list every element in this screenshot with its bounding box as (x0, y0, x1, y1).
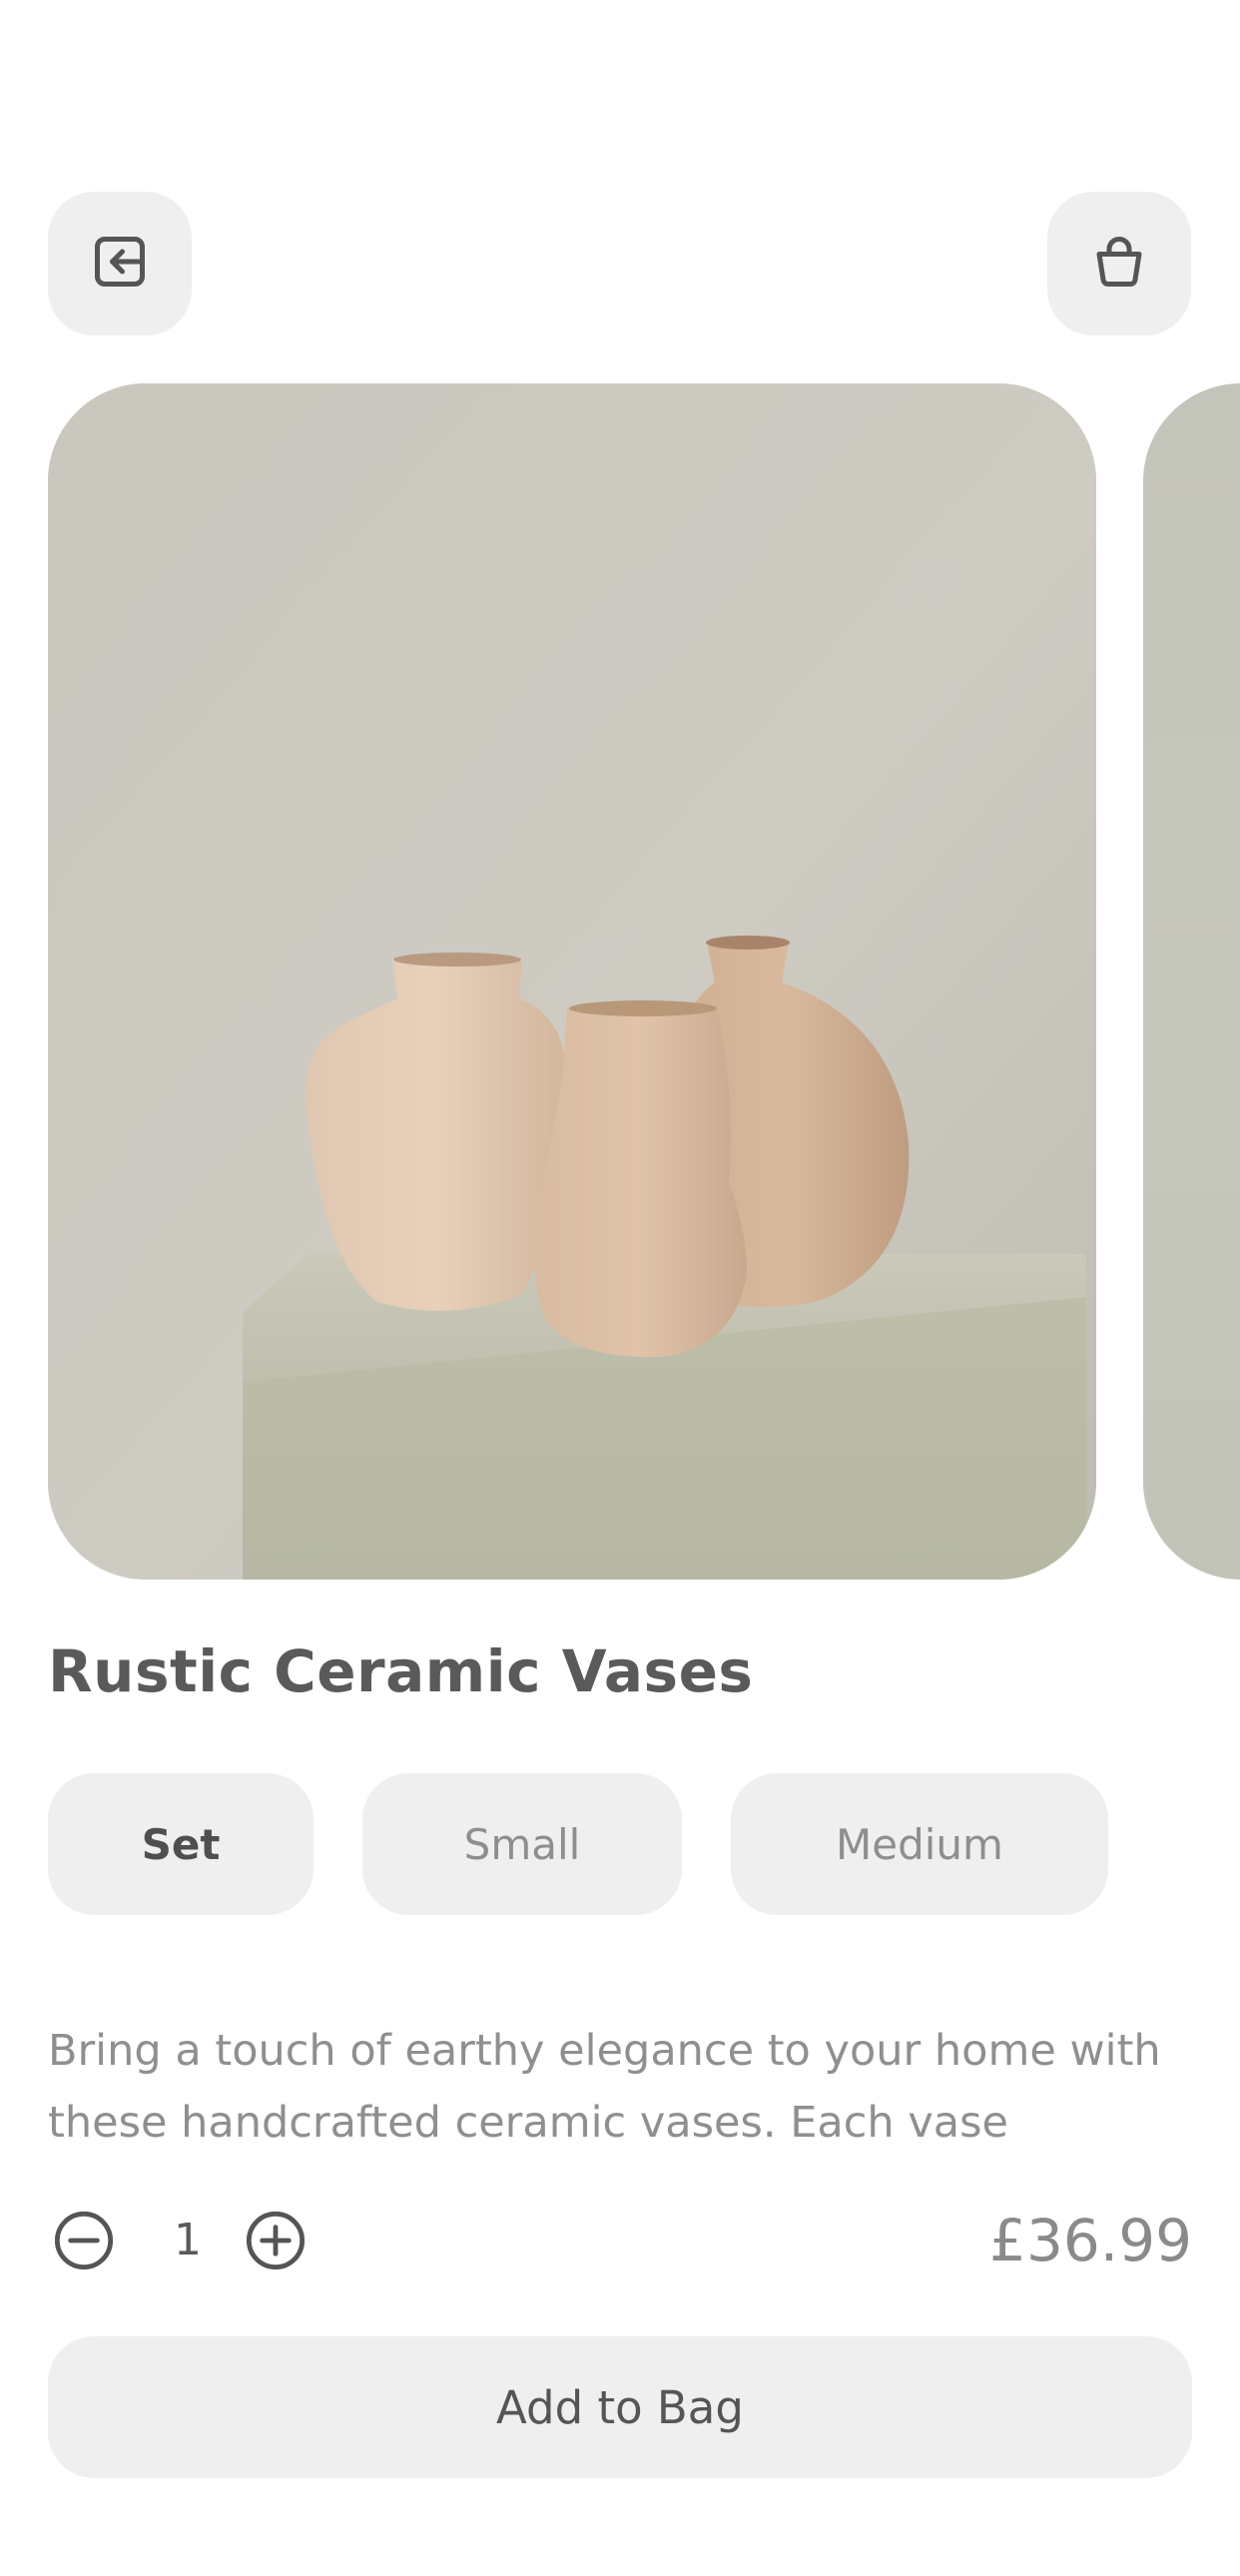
increase-quantity-button[interactable] (244, 2209, 308, 2272)
next-product-photo[interactable] (1143, 383, 1240, 1580)
minus-circle-icon (54, 2211, 114, 2270)
variant-medium-button[interactable]: Medium (731, 1773, 1108, 1915)
product-title: Rustic Ceramic Vases (48, 1637, 754, 1705)
product-description: Bring a touch of earthy elegance to your… (48, 2026, 1161, 2148)
exit-arrow-icon (90, 232, 150, 296)
shopping-bag-icon (1089, 232, 1149, 296)
plus-circle-icon (246, 2211, 306, 2270)
product-image-carousel[interactable] (0, 383, 1240, 1580)
back-button[interactable] (48, 192, 192, 335)
variant-set-button[interactable]: Set (48, 1773, 313, 1915)
product-price: £36.99 (989, 2207, 1192, 2274)
product-photo (48, 383, 1096, 1580)
bag-button[interactable] (1047, 192, 1191, 335)
add-to-bag-button[interactable]: Add to Bag (48, 2336, 1192, 2478)
quantity-value: 1 (174, 2215, 202, 2265)
quantity-price-row: 1 £36.99 (48, 2205, 1192, 2276)
variant-small-button[interactable]: Small (362, 1773, 682, 1915)
vases-illustration (48, 383, 1096, 1580)
decrease-quantity-button[interactable] (52, 2209, 116, 2272)
